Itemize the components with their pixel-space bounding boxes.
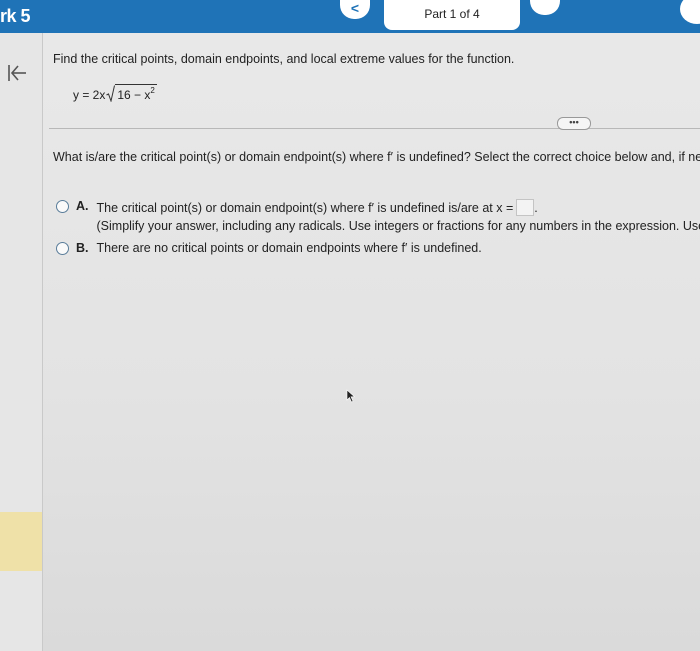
function-equation: y = 2x 16 − x2 [73, 84, 157, 102]
left-rail [0, 33, 43, 651]
radicand-text: 16 − x [117, 88, 151, 102]
header-bar: rk 5 < Part 1 of 4 [0, 0, 700, 33]
section-divider [49, 128, 700, 129]
mouse-pointer-icon [346, 389, 356, 408]
previous-part-button[interactable]: < [340, 0, 370, 19]
radicand: 16 − x2 [115, 84, 157, 102]
equation-lhs: y = 2x [73, 88, 106, 102]
part-indicator: Part 1 of 4 [384, 0, 520, 30]
collapse-left-icon[interactable] [6, 63, 30, 85]
assignment-title: rk 5 [0, 6, 31, 26]
problem-instruction: Find the critical points, domain endpoin… [53, 52, 515, 66]
square-root: 16 − x2 [106, 84, 157, 102]
choice-b-radio[interactable] [56, 242, 69, 255]
part-label: Part 1 of 4 [424, 7, 480, 21]
problem-panel: Find the critical points, domain endpoin… [43, 33, 700, 651]
period: . [534, 201, 538, 215]
show-more-button[interactable]: ••• [557, 117, 591, 130]
choice-a-text: The critical point(s) or domain endpoint… [96, 201, 514, 215]
header-right-button[interactable] [680, 0, 700, 24]
question-text: What is/are the critical point(s) or dom… [53, 150, 700, 164]
choice-b[interactable]: B. There are no critical points or domai… [56, 241, 482, 255]
answer-input[interactable] [516, 199, 535, 216]
choice-a-radio[interactable] [56, 200, 69, 213]
choice-b-letter: B. [76, 241, 89, 255]
choice-a-body: The critical point(s) or domain endpoint… [97, 199, 700, 233]
rail-highlight [0, 512, 42, 571]
choice-a-letter: A. [76, 199, 89, 213]
screen: rk 5 < Part 1 of 4 Find the critical poi… [0, 0, 700, 651]
next-part-button[interactable] [530, 0, 560, 15]
radical-sign-icon [106, 85, 116, 102]
choice-a-hint: (Simplify your answer, including any rad… [96, 219, 700, 233]
choice-a[interactable]: A. The critical point(s) or domain endpo… [56, 199, 700, 233]
choice-b-text: There are no critical points or domain e… [96, 241, 482, 255]
exponent: 2 [150, 86, 155, 95]
